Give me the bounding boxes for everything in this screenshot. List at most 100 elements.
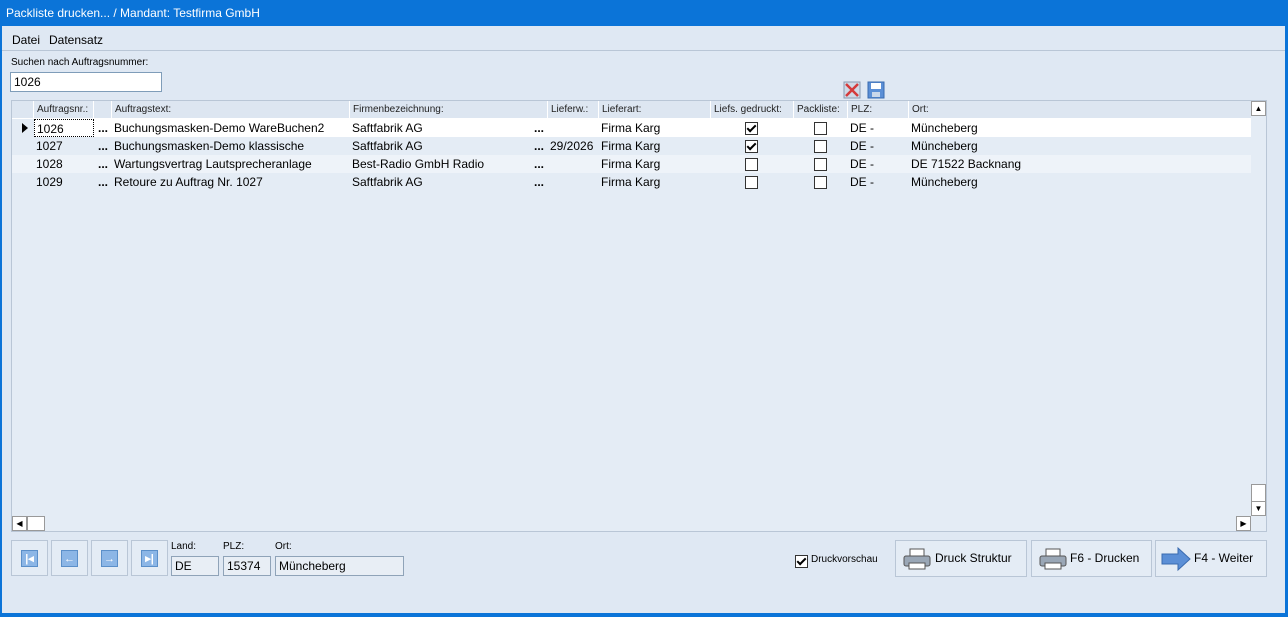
cell-text[interactable]: Buchungsmasken-Demo WareBuchen2 <box>112 119 350 137</box>
druck-struktur-label: Druck Struktur <box>935 551 1012 565</box>
cell-plz[interactable]: DE - <box>848 173 909 191</box>
cell-ort[interactable]: Müncheberg <box>909 173 1249 191</box>
ellipsis-button[interactable]: ... <box>530 119 548 137</box>
ellipsis-button[interactable]: ... <box>530 173 548 191</box>
land-label: Land: <box>171 541 197 552</box>
plz-field: 15374 <box>223 556 271 576</box>
window-frame-left <box>0 26 2 617</box>
checkbox-liefs-gedruckt[interactable] <box>745 140 758 153</box>
menu-datei[interactable]: Datei <box>12 33 40 47</box>
menu-datensatz[interactable]: Datensatz <box>49 33 103 47</box>
scroll-thumb[interactable] <box>1251 484 1266 502</box>
checkbox-liefs-gedruckt[interactable] <box>745 158 758 171</box>
row-indicator-icon <box>12 119 34 137</box>
cell-lieferw[interactable]: 29/2026 <box>548 137 599 155</box>
cell-lieferw[interactable] <box>548 119 599 137</box>
header-packliste[interactable]: Packliste: <box>794 101 848 118</box>
cell-text[interactable]: Retoure zu Auftrag Nr. 1027 <box>112 173 350 191</box>
cell-nr[interactable]: 1026 <box>34 119 94 137</box>
drucken-button[interactable]: F6 - Drucken <box>1031 540 1152 577</box>
cell-plz[interactable]: DE - <box>848 119 909 137</box>
ellipsis-button[interactable]: ... <box>530 137 548 155</box>
first-record-icon: |◂ <box>21 550 38 567</box>
search-label: Suchen nach Auftragsnummer: <box>11 57 149 68</box>
cell-lieferw[interactable] <box>548 173 599 191</box>
hscroll-thumb[interactable] <box>27 516 45 531</box>
next-record-button[interactable]: → <box>91 540 128 576</box>
ellipsis-button[interactable]: ... <box>94 173 112 191</box>
menu-bar: Datei Datensatz <box>2 26 1285 51</box>
cell-lieferart[interactable]: Firma Karg <box>599 155 711 173</box>
next-record-icon: → <box>101 550 118 567</box>
delete-x-icon[interactable] <box>843 81 861 99</box>
cell-lieferart[interactable]: Firma Karg <box>599 119 711 137</box>
save-disk-icon[interactable] <box>867 81 885 99</box>
header-plz[interactable]: PLZ: <box>848 101 909 118</box>
scroll-up-icon[interactable]: ▲ <box>1251 101 1266 116</box>
ellipsis-button[interactable]: ... <box>94 155 112 173</box>
checkbox-liefs-gedruckt[interactable] <box>745 176 758 189</box>
cell-ort[interactable]: Müncheberg <box>909 119 1249 137</box>
cell-nr[interactable]: 1027 <box>34 137 94 155</box>
cell-lieferw[interactable] <box>548 155 599 173</box>
plz-label: PLZ: <box>223 541 245 552</box>
horizontal-scrollbar[interactable]: ◀ ▶ <box>12 516 1266 531</box>
weiter-label: F4 - Weiter <box>1194 551 1254 565</box>
cell-firma[interactable]: Saftfabrik AG <box>350 173 530 191</box>
header-ort[interactable]: Ort: <box>909 101 1252 118</box>
header-auftragsnr[interactable]: Auftragsnr.: <box>34 101 94 118</box>
cell-text[interactable]: Buchungsmasken-Demo klassische <box>112 137 350 155</box>
search-input[interactable] <box>10 72 162 92</box>
drucken-label: F6 - Drucken <box>1070 551 1140 565</box>
table-row[interactable]: 1027 ... Buchungsmasken-Demo klassische … <box>12 137 1252 155</box>
land-field: DE <box>171 556 219 576</box>
scroll-right-icon[interactable]: ▶ <box>1236 516 1251 531</box>
header-lieferart[interactable]: Lieferart: <box>599 101 711 118</box>
cell-nr[interactable]: 1029 <box>34 173 94 191</box>
printer-icon <box>1039 548 1067 570</box>
cell-firma[interactable]: Saftfabrik AG <box>350 119 530 137</box>
cell-lieferart[interactable]: Firma Karg <box>599 137 711 155</box>
prev-record-icon: ← <box>61 550 78 567</box>
cell-firma[interactable]: Best-Radio GmbH Radio <box>350 155 530 173</box>
cell-ort[interactable]: Müncheberg <box>909 137 1249 155</box>
last-record-button[interactable]: ▸| <box>131 540 168 576</box>
vertical-scrollbar[interactable]: ▲ ▼ <box>1251 101 1266 516</box>
ort-field: Müncheberg <box>275 556 404 576</box>
header-indicator <box>12 101 34 118</box>
druckvorschau-checkbox[interactable] <box>795 555 808 568</box>
scroll-left-icon[interactable]: ◀ <box>12 516 27 531</box>
checkbox-packliste[interactable] <box>814 176 827 189</box>
cell-plz[interactable]: DE - <box>848 137 909 155</box>
checkbox-packliste[interactable] <box>814 140 827 153</box>
prev-record-button[interactable]: ← <box>51 540 88 576</box>
cell-ort[interactable]: DE 71522 Backnang <box>909 155 1249 173</box>
header-liefs-gedruckt[interactable]: Liefs. gedruckt: <box>711 101 794 118</box>
table-row[interactable]: 1029 ... Retoure zu Auftrag Nr. 1027 Saf… <box>12 173 1252 191</box>
checkbox-packliste[interactable] <box>814 122 827 135</box>
druck-struktur-button[interactable]: Druck Struktur <box>895 540 1027 577</box>
cell-plz[interactable]: DE - <box>848 155 909 173</box>
druckvorschau-label: Druckvorschau <box>811 554 878 565</box>
printer-icon <box>903 548 931 570</box>
order-grid: Auftragsnr.: Auftragstext: Firmenbezeich… <box>11 100 1267 532</box>
weiter-button[interactable]: F4 - Weiter <box>1155 540 1267 577</box>
header-auftragstext[interactable]: Auftragstext: <box>112 101 350 118</box>
checkbox-liefs-gedruckt[interactable] <box>745 122 758 135</box>
ellipsis-button[interactable]: ... <box>94 137 112 155</box>
ellipsis-button[interactable]: ... <box>94 119 112 137</box>
cell-lieferart[interactable]: Firma Karg <box>599 173 711 191</box>
header-lieferw[interactable]: Lieferw.: <box>548 101 599 118</box>
header-ellipsis-1 <box>94 101 112 118</box>
ellipsis-button[interactable]: ... <box>530 155 548 173</box>
table-row[interactable]: 1028 ... Wartungsvertrag Lautsprecheranl… <box>12 155 1252 173</box>
cell-nr[interactable]: 1028 <box>34 155 94 173</box>
first-record-button[interactable]: |◂ <box>11 540 48 576</box>
cell-text[interactable]: Wartungsvertrag Lautsprecheranlage <box>112 155 350 173</box>
scroll-down-icon[interactable]: ▼ <box>1251 501 1266 516</box>
cell-firma[interactable]: Saftfabrik AG <box>350 137 530 155</box>
checkbox-packliste[interactable] <box>814 158 827 171</box>
table-row[interactable]: 1026 ... Buchungsmasken-Demo WareBuchen2… <box>12 119 1252 137</box>
grid-header: Auftragsnr.: Auftragstext: Firmenbezeich… <box>12 101 1252 119</box>
header-firmenbezeichnung[interactable]: Firmenbezeichnung: <box>350 101 548 118</box>
